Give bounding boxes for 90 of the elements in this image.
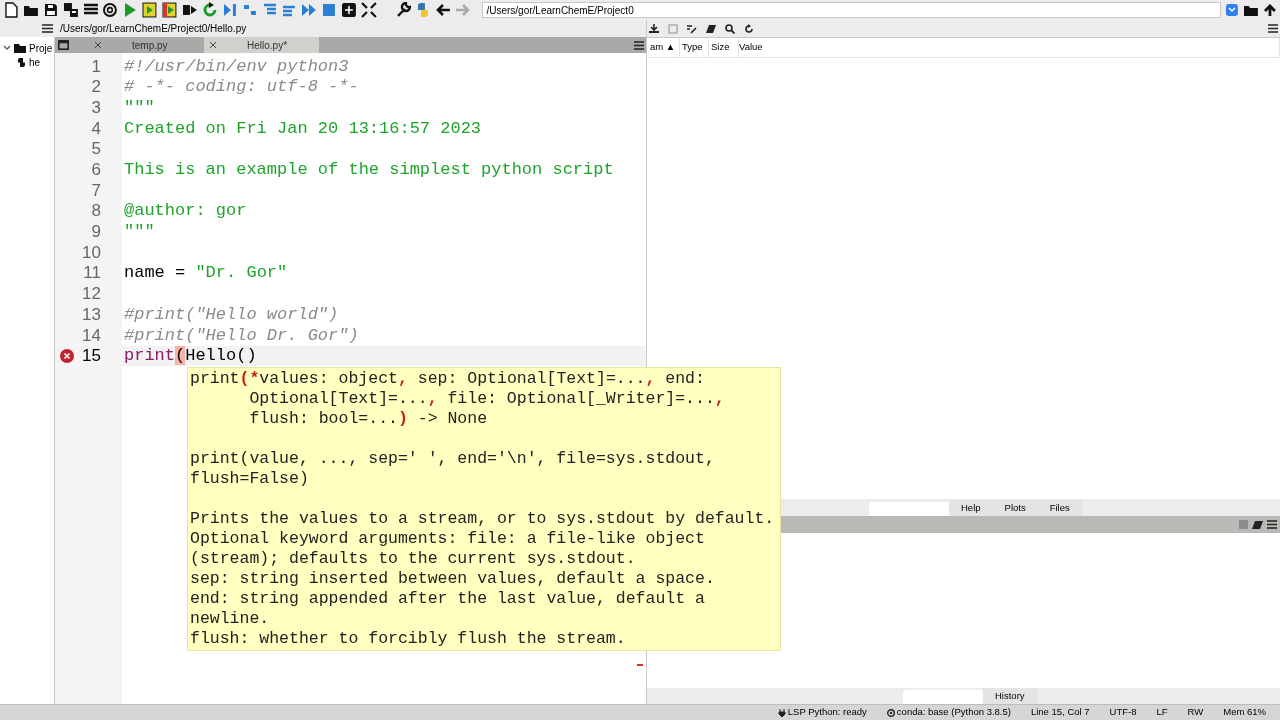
continue-icon[interactable] — [301, 2, 318, 18]
tooltip-text: sep: string inserted between values, default a space. — [190, 569, 715, 588]
fullscreen-icon[interactable] — [361, 2, 377, 18]
line-number: 11 — [83, 262, 101, 285]
tooltip-text: flush=False) — [190, 469, 309, 488]
code-line: @author: gor — [124, 200, 247, 223]
eraser-icon[interactable] — [706, 23, 716, 34]
tree-item[interactable]: he — [29, 54, 41, 70]
menu-icon[interactable] — [1268, 24, 1278, 33]
line-number: 6 — [91, 159, 101, 182]
status-item: LSP Python: ready — [787, 705, 867, 720]
path-field[interactable]: /Users/gor/LearnChemE/Project0 — [482, 2, 1222, 18]
column-header[interactable]: Type — [680, 38, 709, 57]
window-icon[interactable] — [58, 40, 69, 50]
column-header[interactable]: Value — [739, 38, 1280, 57]
tooltip-text: print(*values: object, sep: Optional[Text]=..., end: — [190, 369, 705, 388]
save-all-icon[interactable] — [62, 2, 79, 18]
code-line: name = "Dr. Gor" — [124, 262, 288, 285]
tooltip-text: Optional[Text]=..., file: Optional[_Writer]=..., — [248, 389, 725, 408]
menu-icon[interactable] — [634, 40, 644, 50]
edit-icon[interactable] — [687, 23, 697, 34]
code-line: #!/usr/bin/env python3 — [124, 55, 349, 78]
editor-tab[interactable]: Hello.py* — [204, 37, 319, 53]
rerun-icon[interactable] — [201, 2, 218, 18]
folder-icon[interactable] — [1243, 3, 1260, 17]
code-line: """ — [124, 96, 155, 119]
tooltip-text: flush: bool=...) -> None — [248, 409, 488, 428]
error-icon — [60, 348, 74, 363]
error-marker — [637, 664, 643, 666]
eraser-icon[interactable] — [1252, 520, 1263, 529]
status-item: Mem 61% — [1223, 705, 1266, 720]
close-icon[interactable] — [94, 41, 102, 49]
status-item: LF — [1156, 705, 1168, 720]
menu-icon[interactable] — [1267, 520, 1277, 529]
status-item: UTF-8 — [1109, 705, 1137, 720]
tooltip-text: (stream); defaults to the current sys.stdout. — [190, 549, 636, 568]
line-number: 7 — [91, 179, 101, 202]
tooltip-text: end: string appended after the last value, default a — [190, 589, 705, 608]
line-number: 3 — [91, 96, 101, 119]
tooltip-text: flush: whether to forcibly flush the stream. — [190, 629, 626, 648]
close-icon[interactable] — [209, 41, 217, 49]
pane-tab[interactable]: Plots — [992, 500, 1038, 516]
pane-tab[interactable]: Files — [1037, 500, 1082, 516]
menu-icon[interactable] — [42, 24, 53, 33]
code-line: # -*- coding: utf-8 -*- — [124, 76, 359, 99]
up-arrow-icon[interactable] — [1263, 3, 1278, 17]
column-header[interactable]: am ▲ — [647, 38, 680, 57]
line-number: 13 — [82, 303, 101, 326]
line-number: 15 — [82, 345, 101, 368]
tooltip-text: print(value, ..., sep=' ', end='\n', file=sys.stdout, — [190, 449, 715, 468]
code-line: #print("Hello Dr. Gor") — [124, 324, 359, 347]
new-file-icon[interactable] — [3, 2, 19, 18]
save-icon[interactable] — [42, 2, 59, 18]
chevron-icon[interactable] — [3, 45, 11, 51]
tree-item[interactable]: Proje — [29, 40, 53, 56]
line-number: 12 — [82, 283, 101, 306]
line-number: 10 — [82, 241, 101, 264]
column-header[interactable]: Size — [709, 38, 739, 57]
download-icon[interactable] — [649, 23, 659, 34]
line-number: 9 — [91, 221, 101, 244]
line-number: 4 — [91, 117, 101, 140]
folder-icon — [14, 43, 26, 53]
status-item: conda: base (Python 3.8.5) — [896, 705, 1011, 720]
tooltip-text: Optional keyword arguments: file: a file-like object — [190, 529, 705, 548]
conda-icon — [886, 708, 895, 717]
code-line: print(Hello() — [124, 345, 257, 368]
pane-tab[interactable]: Help — [949, 500, 993, 516]
run-cell-advance-icon[interactable] — [162, 2, 178, 18]
line-number: 5 — [91, 138, 101, 161]
code-line: This is an example of the simplest python script — [124, 159, 614, 182]
run-cell-icon[interactable] — [142, 2, 159, 18]
maximize-pane-icon[interactable] — [341, 2, 358, 18]
run-selection-icon[interactable] — [182, 2, 198, 18]
pane-tab[interactable]: History — [983, 688, 1037, 704]
code-line: Created on Fri Jan 20 13:16:57 2023 — [124, 117, 482, 140]
tooltip-text: newline. — [190, 609, 270, 628]
tooltip-text: Prints the values to a stream, or to sys.stdout by default. — [190, 509, 775, 528]
line-number: 1 — [91, 55, 101, 78]
file-path: /Users/gor/LearnChemE/Project0/Hello.py — [60, 22, 247, 36]
dropdown-icon[interactable] — [1225, 3, 1240, 17]
back-arrow-icon[interactable] — [434, 2, 451, 18]
line-number: 14 — [82, 324, 101, 347]
code-line: """ — [124, 221, 155, 244]
code-line: #print("Hello world") — [124, 303, 339, 326]
status-item: RW — [1187, 705, 1204, 720]
status-item: Line 15, Col 7 — [1030, 705, 1090, 720]
search-icon[interactable] — [725, 23, 735, 34]
refresh-icon[interactable] — [744, 23, 754, 34]
line-number: 2 — [91, 76, 101, 99]
line-number: 8 — [91, 200, 101, 223]
